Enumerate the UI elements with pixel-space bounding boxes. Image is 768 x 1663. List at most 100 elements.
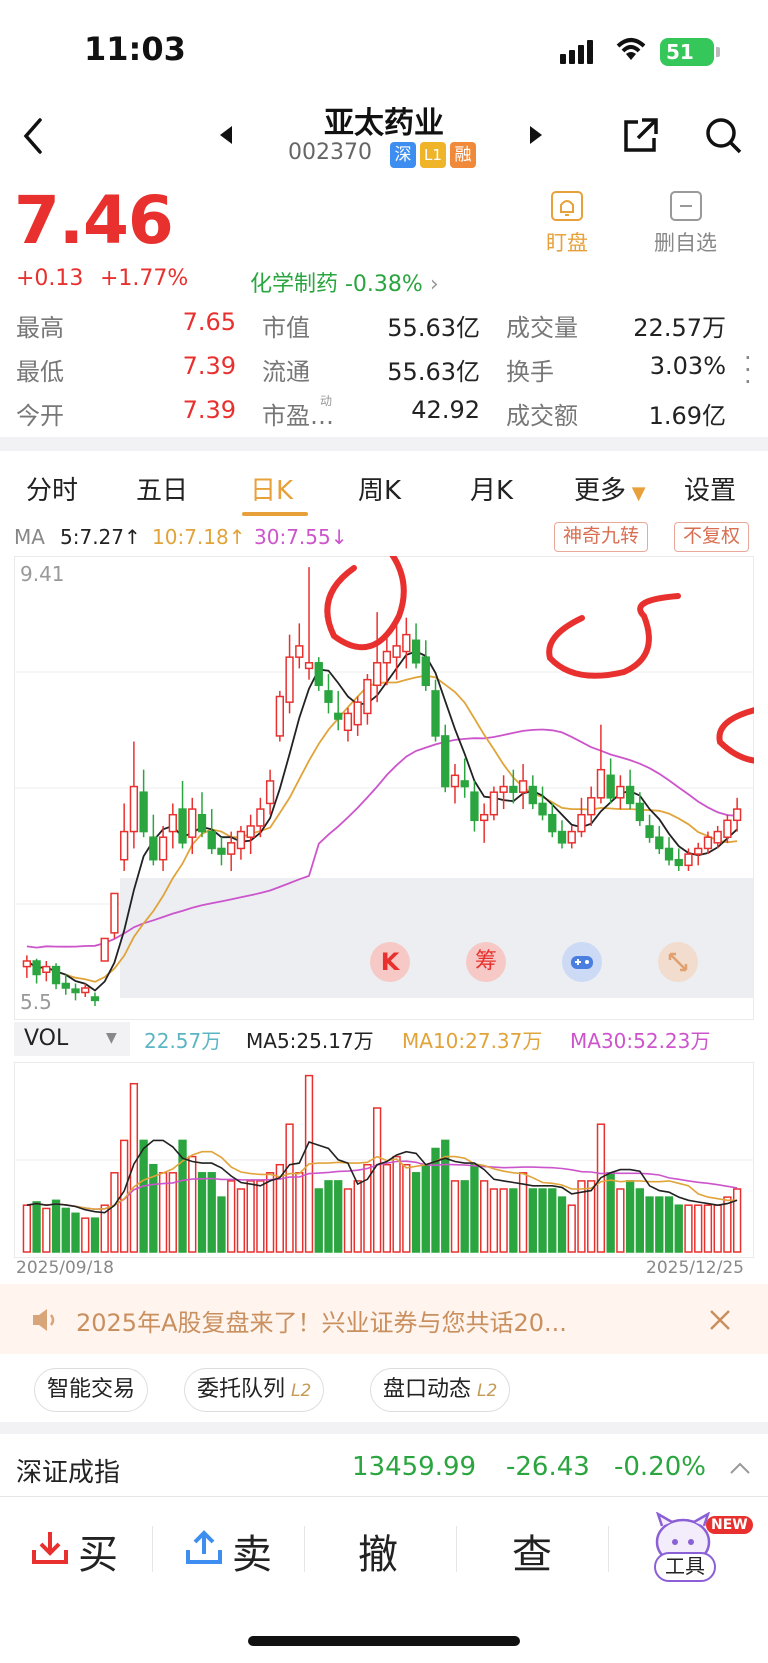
sector-link[interactable]: 化学制药 -0.38% › bbox=[250, 266, 439, 298]
volume-bar bbox=[168, 1172, 177, 1253]
candle-up bbox=[684, 853, 693, 867]
stat-value: 55.63亿 bbox=[387, 358, 480, 386]
upload-icon bbox=[186, 1530, 222, 1564]
more-dots-icon[interactable]: · · · bbox=[744, 346, 752, 394]
ma10-value: 10:7.18↑ bbox=[152, 525, 246, 549]
adjust-mode-button[interactable]: 不复权 bbox=[674, 522, 750, 552]
stat-label: 最高 bbox=[16, 314, 64, 342]
tab-settings[interactable]: 设置 bbox=[684, 470, 736, 507]
candle-up bbox=[285, 656, 294, 703]
vol-label: VOL bbox=[24, 1026, 69, 1051]
candle-up bbox=[81, 987, 90, 994]
query-button[interactable]: 查 bbox=[512, 1522, 552, 1580]
candle-up bbox=[450, 774, 460, 788]
volume-bar bbox=[499, 1188, 508, 1253]
volume-bar bbox=[450, 1180, 460, 1253]
k-float-button[interactable]: K bbox=[370, 942, 410, 982]
l2-badge: L2 bbox=[477, 1381, 498, 1401]
tab-weekly-k[interactable]: 周K bbox=[358, 470, 401, 507]
volume-bar bbox=[139, 1139, 148, 1253]
y-axis-high: 9.41 bbox=[20, 562, 65, 586]
l2-badge: L2 bbox=[291, 1381, 312, 1401]
announcement-banner[interactable]: 2025年A股复盘来了！兴业证券与您共话20... bbox=[0, 1284, 768, 1354]
candle-down bbox=[197, 813, 207, 833]
gamepad-icon bbox=[571, 956, 593, 969]
divider-line bbox=[304, 1526, 305, 1572]
close-icon[interactable] bbox=[708, 1308, 732, 1332]
volume-bar bbox=[334, 1180, 343, 1253]
candle-up bbox=[110, 892, 119, 934]
home-indicator bbox=[248, 1636, 520, 1646]
chevron-up-icon bbox=[730, 1462, 750, 1474]
smart-trade-button[interactable]: 智能交易 bbox=[34, 1368, 149, 1412]
remove-watchlist-button[interactable]: 删自选 bbox=[654, 190, 717, 257]
candle-down bbox=[635, 802, 644, 822]
stat-value: 1.69亿 bbox=[648, 402, 726, 430]
watch-button[interactable]: 盯盘 bbox=[546, 190, 588, 257]
candle-down bbox=[178, 808, 187, 844]
tab-monthly-k[interactable]: 月K bbox=[470, 470, 513, 507]
expand-button[interactable] bbox=[658, 942, 698, 982]
pill-label: 智能交易 bbox=[47, 1377, 136, 1402]
volume-bar bbox=[684, 1204, 693, 1253]
volume-bar bbox=[509, 1188, 518, 1253]
volume-bar bbox=[90, 1217, 100, 1253]
vol-selector[interactable]: VOL ▼ bbox=[14, 1022, 130, 1056]
volume-bar bbox=[51, 1199, 61, 1253]
tab-more[interactable]: 更多 ▼ bbox=[574, 470, 646, 507]
index-value: 13459.99 bbox=[352, 1452, 477, 1482]
volume-bar bbox=[207, 1172, 216, 1253]
volume-chart[interactable] bbox=[14, 1062, 754, 1258]
cancel-order-button[interactable]: 撤 bbox=[358, 1522, 398, 1580]
volume-bar bbox=[197, 1172, 207, 1253]
volume-bar bbox=[480, 1180, 489, 1253]
divider-line bbox=[456, 1526, 457, 1572]
search-icon[interactable] bbox=[704, 116, 744, 156]
chip-distribution-button[interactable]: 筹 bbox=[466, 942, 506, 982]
candle-up bbox=[703, 836, 713, 850]
divider-line bbox=[152, 1526, 153, 1572]
tab-daily-k[interactable]: 日K bbox=[250, 470, 293, 507]
candle-down bbox=[606, 774, 615, 799]
tools-label: 工具 bbox=[654, 1552, 716, 1582]
banner-text: 2025年A股复盘来了！兴业证券与您共话20... bbox=[76, 1309, 567, 1337]
volume-bar bbox=[81, 1217, 90, 1253]
price-change-pct: +1.77% bbox=[100, 266, 189, 291]
vol-ma10: MA10:27.37万 bbox=[402, 1029, 543, 1053]
divider-line bbox=[608, 1526, 609, 1572]
ma5-value: 5:7.27↑ bbox=[60, 525, 141, 549]
candle-down bbox=[557, 830, 567, 844]
exchange-tag: 深 bbox=[390, 142, 416, 168]
candle-down bbox=[71, 988, 80, 994]
order-queue-button[interactable]: 委托队列 L2 bbox=[184, 1368, 325, 1412]
candle-up bbox=[587, 797, 596, 816]
candle-down bbox=[411, 639, 421, 664]
candle-up bbox=[577, 813, 586, 833]
candle-up bbox=[567, 830, 576, 844]
share-icon[interactable] bbox=[620, 116, 660, 156]
candle-up bbox=[596, 768, 606, 799]
volume-bar bbox=[606, 1172, 615, 1253]
volume-bar bbox=[557, 1196, 567, 1253]
candle-up bbox=[100, 937, 109, 962]
tab-five-day[interactable]: 五日 bbox=[136, 470, 188, 507]
stock-code: 002370 bbox=[288, 140, 372, 165]
candle-up bbox=[382, 650, 392, 664]
tools-button[interactable]: NEW 工具 bbox=[648, 1512, 753, 1602]
candle-up bbox=[227, 842, 236, 855]
order-book-button[interactable]: 盘口动态 L2 bbox=[370, 1368, 511, 1412]
index-change: -26.43 bbox=[506, 1452, 590, 1482]
candle-up bbox=[353, 701, 362, 726]
magic-nine-button[interactable]: 神奇九转 bbox=[554, 522, 649, 552]
next-stock-icon[interactable] bbox=[528, 124, 544, 146]
vol-ma30: MA30:52.23万 bbox=[570, 1029, 711, 1053]
candle-up bbox=[265, 780, 275, 805]
candle-up bbox=[188, 808, 197, 838]
candle-down bbox=[314, 662, 323, 687]
candle-up bbox=[402, 633, 411, 653]
tab-intraday[interactable]: 分时 bbox=[26, 470, 78, 507]
gamepad-button[interactable] bbox=[562, 942, 602, 982]
volume-bar bbox=[324, 1180, 333, 1253]
stat-label: 市值 bbox=[262, 314, 310, 342]
caret-down-icon: ▼ bbox=[106, 1030, 117, 1046]
